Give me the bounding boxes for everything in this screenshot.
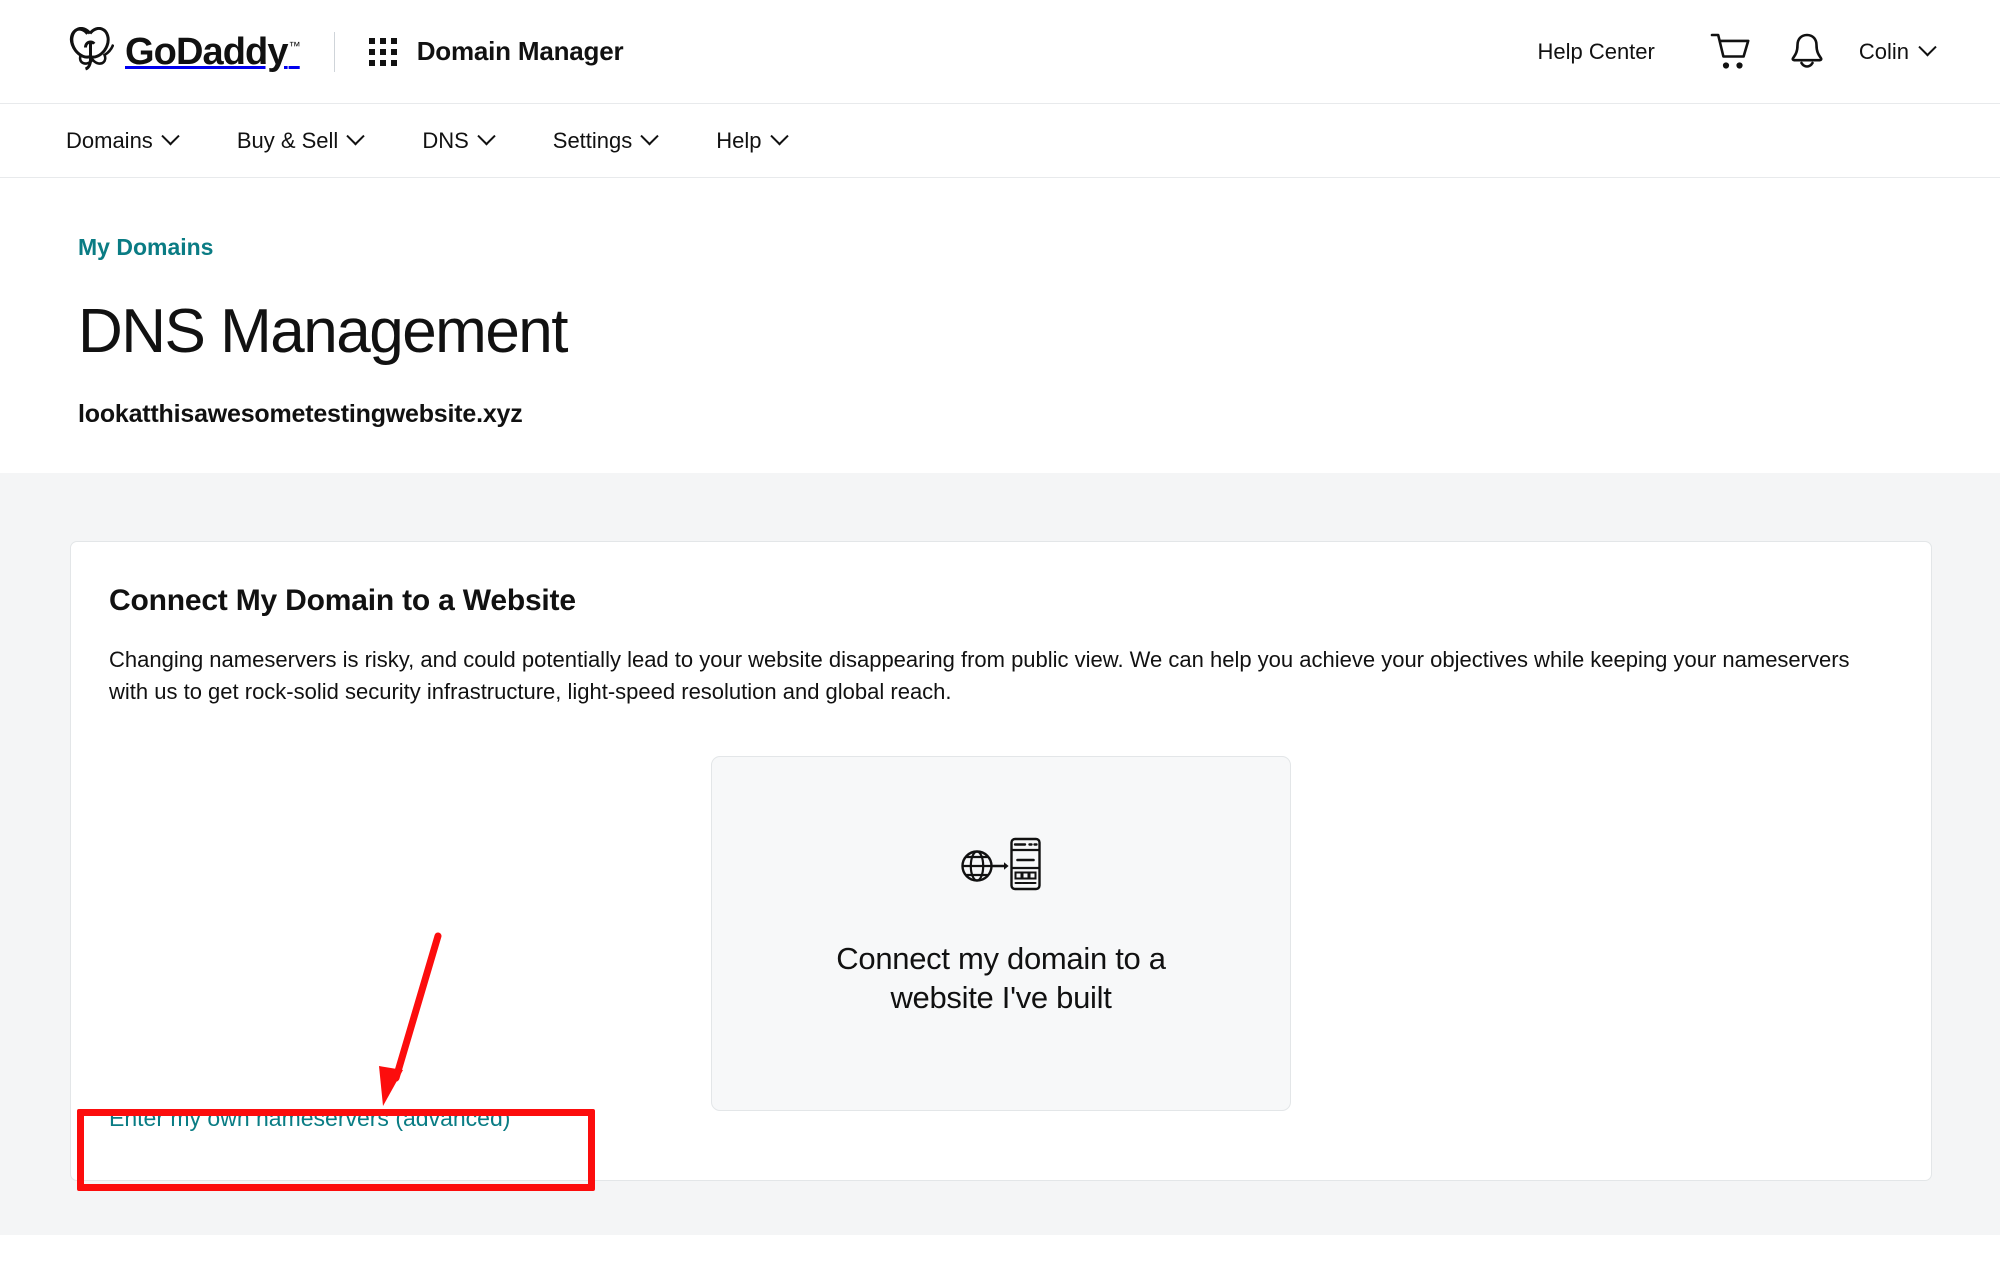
panel-title: Connect My Domain to a Website	[109, 584, 576, 618]
grid-dot	[390, 37, 397, 44]
chevron-down-icon	[161, 127, 180, 146]
app-grid-icon[interactable]	[368, 37, 397, 66]
advanced-link-wrap: Enter my own nameservers (advanced)	[109, 1105, 510, 1132]
chevron-down-icon	[1918, 38, 1937, 57]
nav-item-domains[interactable]: Domains	[66, 127, 180, 154]
help-center-link[interactable]: Help Center	[1537, 39, 1654, 65]
nav-item-label: Settings	[552, 127, 633, 153]
grid-dot	[390, 48, 397, 55]
top-header: GoDaddy™ Domain Manager Help Center Coli…	[0, 0, 2000, 103]
account-name: Colin	[1858, 38, 1909, 64]
primary-nav: Domains Buy & Sell DNS Settings Help	[0, 103, 2000, 178]
notification-bell-icon[interactable]	[1783, 28, 1831, 76]
chevron-down-icon	[640, 127, 659, 146]
app-title: Domain Manager	[416, 36, 624, 66]
grid-dot	[368, 37, 375, 44]
nav-item-help[interactable]: Help	[716, 127, 789, 154]
domain-name: lookatthisawesometestingwebsite.xyz	[78, 400, 523, 429]
shopping-cart-icon[interactable]	[1707, 28, 1755, 76]
grid-dot	[379, 48, 386, 55]
connect-domain-panel: Connect My Domain to a Website Changing …	[70, 541, 1932, 1182]
brand-group: GoDaddy™ Domain Manager	[66, 26, 624, 76]
grid-dot	[368, 59, 375, 66]
chevron-down-icon	[346, 127, 366, 146]
choice-card-label: Connect my domain to a website I've buil…	[836, 940, 1166, 1015]
header-right-group: Help Center Colin	[1537, 28, 1937, 76]
godaddy-wordmark: GoDaddy™	[125, 30, 301, 73]
nav-item-label: DNS	[422, 127, 469, 153]
page-title: DNS Management	[78, 297, 569, 366]
page-header-block: My Domains DNS Management lookatthisawes…	[0, 178, 2000, 474]
globe-arrow-webpage-icon	[960, 833, 1042, 900]
grid-dot	[368, 48, 375, 55]
breadcrumb-my-domains[interactable]: My Domains	[78, 234, 213, 261]
grid-dot	[390, 59, 397, 66]
grid-dot	[379, 37, 386, 44]
chevron-down-icon	[769, 127, 789, 146]
nav-item-buy-and-sell[interactable]: Buy & Sell	[236, 127, 366, 154]
enter-own-nameservers-link[interactable]: Enter my own nameservers (advanced)	[109, 1105, 510, 1131]
nav-item-label: Buy & Sell	[236, 127, 339, 153]
grid-dot	[379, 59, 386, 66]
nav-item-dns[interactable]: DNS	[422, 127, 496, 154]
godaddy-logo[interactable]: GoDaddy™	[66, 26, 301, 76]
godaddy-heart-logo-icon	[66, 26, 115, 76]
connect-existing-website-card[interactable]: Connect my domain to a website I've buil…	[711, 755, 1291, 1111]
trademark-symbol: ™	[288, 38, 301, 53]
header-divider	[333, 31, 335, 72]
chevron-down-icon	[477, 127, 496, 146]
account-menu[interactable]: Colin	[1858, 38, 1937, 65]
nav-item-settings[interactable]: Settings	[552, 127, 659, 154]
nav-item-label: Domains	[66, 127, 153, 153]
nav-item-label: Help	[716, 127, 762, 153]
main-content-area: Connect My Domain to a Website Changing …	[0, 473, 2000, 1236]
choice-row: Connect my domain to a website I've buil…	[109, 755, 1893, 1111]
panel-description: Changing nameservers is risky, and could…	[109, 647, 1850, 704]
